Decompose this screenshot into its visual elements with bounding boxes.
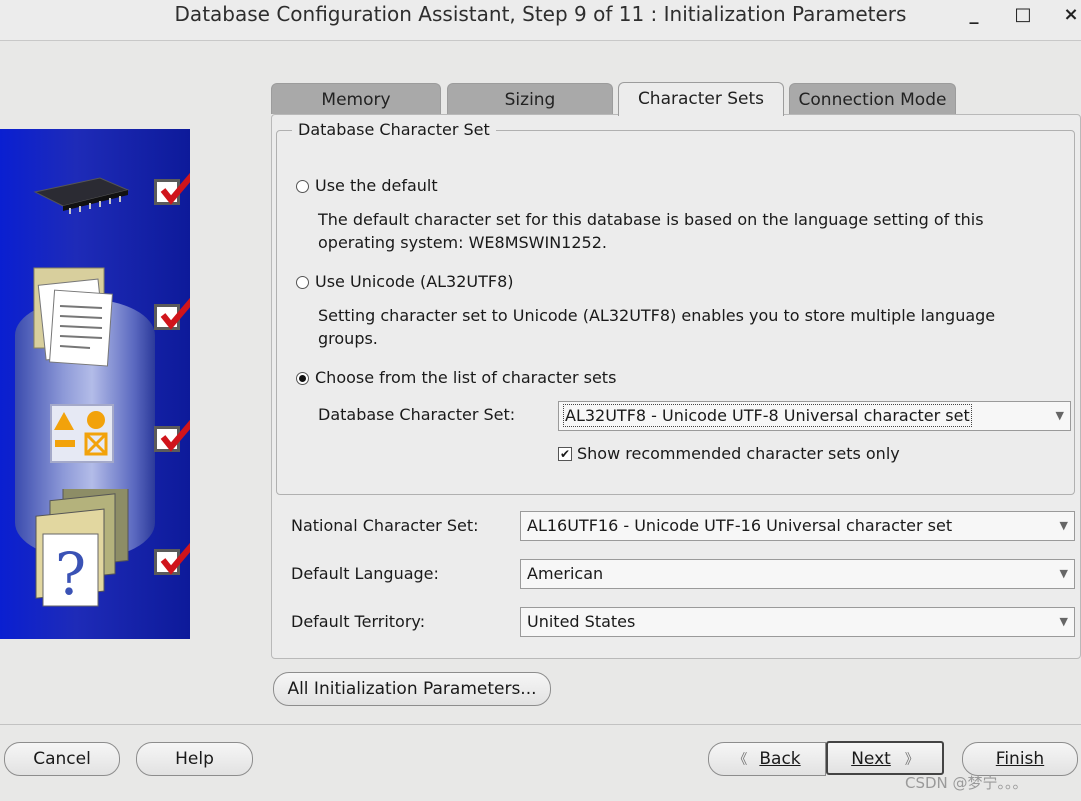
tab-memory[interactable]: Memory xyxy=(271,83,441,114)
wizard-illustration: ? xyxy=(0,129,190,639)
window-title: Database Configuration Assistant, Step 9… xyxy=(174,2,907,26)
title-bar: Database Configuration Assistant, Step 9… xyxy=(0,0,1081,41)
database-charset-value: AL32UTF8 - Unicode UTF-8 Universal chara… xyxy=(563,404,972,427)
memory-chip-icon xyxy=(33,177,130,214)
use-unicode-description-2: groups. xyxy=(318,329,378,348)
national-charset-select[interactable]: AL16UTF16 - Unicode UTF-16 Universal cha… xyxy=(520,511,1075,541)
documents-icon xyxy=(33,267,113,367)
checkmark-icon xyxy=(160,542,190,575)
tab-character-sets[interactable]: Character Sets xyxy=(618,82,784,116)
watermark: CSDN @梦宁。。。 xyxy=(905,774,1028,792)
cancel-button[interactable]: Cancel xyxy=(4,742,120,776)
use-unicode-label[interactable]: Use Unicode (AL32UTF8) xyxy=(315,272,514,291)
all-init-params-button[interactable]: All Initialization Parameters... xyxy=(273,672,551,706)
minimize-icon[interactable]: _ xyxy=(961,4,987,30)
step-complete-checkbox xyxy=(154,419,190,452)
default-language-value: American xyxy=(527,564,604,583)
default-territory-label: Default Territory: xyxy=(291,612,426,631)
close-icon[interactable]: × xyxy=(1058,4,1081,30)
step-complete-checkbox xyxy=(154,542,190,575)
choose-from-list-label[interactable]: Choose from the list of character sets xyxy=(315,368,616,387)
default-language-select[interactable]: American ▼ xyxy=(520,559,1075,589)
checkmark-icon xyxy=(160,419,190,452)
step-complete-checkbox xyxy=(154,297,190,330)
help-button[interactable]: Help xyxy=(136,742,253,776)
back-label: Back xyxy=(759,749,801,769)
next-arrow-icon: 》 xyxy=(904,752,919,768)
checkmark-icon xyxy=(160,172,190,205)
shapes-icon xyxy=(50,404,114,463)
chevron-down-icon: ▼ xyxy=(1055,409,1064,422)
finish-button[interactable]: Finish xyxy=(962,742,1078,776)
back-button[interactable]: 《 Back xyxy=(708,742,826,776)
choose-from-list-radio[interactable] xyxy=(296,372,309,385)
next-label: Next xyxy=(851,749,891,769)
finish-label: Finish xyxy=(995,749,1045,769)
national-charset-value: AL16UTF16 - Unicode UTF-16 Universal cha… xyxy=(527,516,953,535)
maximize-icon[interactable]: □ xyxy=(1010,4,1036,30)
next-button[interactable]: Next 》 xyxy=(826,741,944,775)
group-legend: Database Character Set xyxy=(292,120,496,139)
use-default-label[interactable]: Use the default xyxy=(315,176,438,195)
default-language-label: Default Language: xyxy=(291,564,439,583)
national-charset-label: National Character Set: xyxy=(291,516,479,535)
checkmark-icon xyxy=(160,297,190,330)
tab-connection-mode[interactable]: Connection Mode xyxy=(789,83,956,114)
default-territory-value: United States xyxy=(527,612,636,631)
chevron-down-icon: ▼ xyxy=(1059,519,1068,532)
default-territory-select[interactable]: United States ▼ xyxy=(520,607,1075,637)
step-complete-checkbox xyxy=(154,172,190,205)
use-default-radio[interactable] xyxy=(296,180,309,193)
use-default-description-1: The default character set for this datab… xyxy=(318,210,984,229)
recommended-only-label[interactable]: Show recommended character sets only xyxy=(577,444,900,463)
recommended-only-checkbox[interactable]: ✔ xyxy=(558,447,572,461)
tab-sizing[interactable]: Sizing xyxy=(447,83,613,114)
chevron-down-icon: ▼ xyxy=(1059,615,1068,628)
chevron-down-icon: ▼ xyxy=(1059,567,1068,580)
back-arrow-icon: 《 xyxy=(733,752,748,768)
use-unicode-radio[interactable] xyxy=(296,276,309,289)
use-default-description-2: operating system: WE8MSWIN1252. xyxy=(318,233,607,252)
database-charset-select[interactable]: AL32UTF8 - Unicode UTF-8 Universal chara… xyxy=(558,401,1071,431)
use-unicode-description-1: Setting character set to Unicode (AL32UT… xyxy=(318,306,996,325)
database-charset-label: Database Character Set: xyxy=(318,405,516,424)
svg-text:?: ? xyxy=(55,540,86,608)
help-folders-icon: ? xyxy=(35,489,129,608)
footer-divider xyxy=(0,724,1081,725)
